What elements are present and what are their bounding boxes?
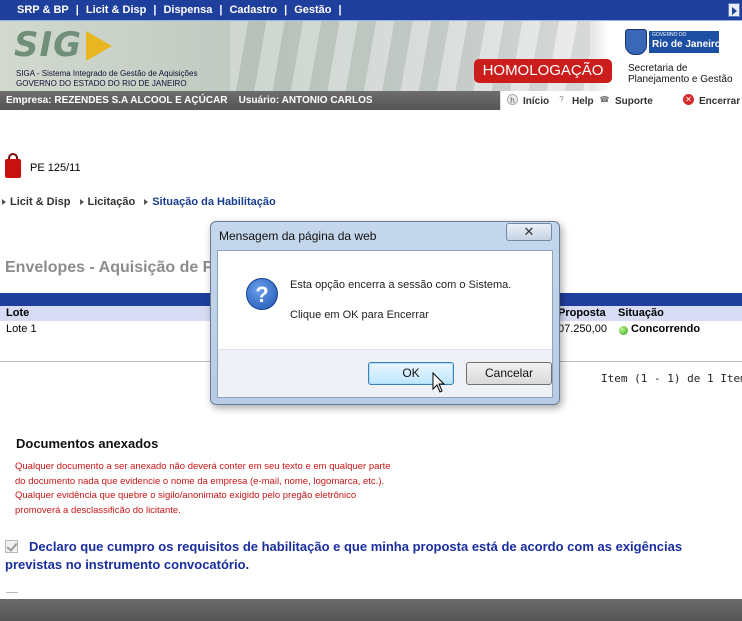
rio-de-janeiro-logo: GOVERNO DO Rio de Janeiro bbox=[625, 29, 737, 55]
menu-item-cadastro[interactable]: Cadastro bbox=[222, 4, 284, 16]
user-links: h Início ? Help ☎ Suporte ✕ Encerrar bbox=[500, 91, 742, 110]
menu-separator: | bbox=[338, 4, 342, 16]
dialog-close-button[interactable]: ✕ bbox=[506, 223, 552, 241]
dialog-message-2: Clique em OK para Encerrar bbox=[290, 309, 429, 321]
coat-of-arms-icon bbox=[625, 29, 647, 55]
secretaria-line-2: Planejamento e Gestão bbox=[628, 74, 733, 85]
rj-logo-box: GOVERNO DO Rio de Janeiro bbox=[649, 31, 721, 53]
status-green-dot-icon bbox=[619, 326, 628, 335]
user-name: Usuário: ANTONIO CARLOS bbox=[238, 95, 373, 106]
siga-logo-text: SIG bbox=[14, 25, 83, 65]
column-header-proposta: Proposta bbox=[558, 307, 606, 319]
divider bbox=[6, 592, 18, 593]
dialog-body: ? Esta opção encerra a sessão com o Sist… bbox=[217, 250, 553, 398]
breadcrumb-current: Situação da Habilitação bbox=[144, 196, 275, 208]
company-name: Empresa: REZENDES S.A ALCOOL E AÇÚCAR bbox=[6, 95, 228, 106]
documents-warning: Qualquer documento a ser anexado não dev… bbox=[15, 460, 445, 518]
warning-line: Qualquer documento a ser anexado não dev… bbox=[15, 461, 391, 472]
column-header-lote: Lote bbox=[6, 307, 30, 319]
menu-item-srp-bp[interactable]: SRP & BP bbox=[10, 4, 76, 16]
cancel-button[interactable]: Cancelar bbox=[466, 362, 552, 385]
question-icon: ? bbox=[246, 278, 278, 310]
environment-badge: HOMOLOGAÇÃO bbox=[474, 59, 612, 83]
cell-proposta: 07.250,00 bbox=[558, 323, 607, 335]
cell-lote: Lote 1 bbox=[6, 323, 37, 335]
exit-link[interactable]: Encerrar bbox=[699, 96, 740, 107]
process-number: PE 125/11 bbox=[30, 162, 81, 174]
rj-name: Rio de Janeiro bbox=[652, 39, 721, 50]
rj-gov-label: GOVERNO DO bbox=[652, 32, 687, 38]
menu-item-licit-disp[interactable]: Licit & Disp bbox=[79, 4, 154, 16]
close-icon: ✕ bbox=[523, 224, 535, 239]
home-link[interactable]: Início bbox=[523, 96, 549, 107]
menu-item-gestao[interactable]: Gestão bbox=[287, 4, 338, 16]
help-link[interactable]: Help bbox=[572, 96, 594, 107]
mouse-pointer-icon bbox=[432, 372, 446, 393]
footer-bar bbox=[0, 599, 742, 621]
secretaria-line-1: Secretaria de bbox=[628, 63, 688, 74]
siga-logo: SIG bbox=[14, 25, 114, 69]
menu-scroll-arrow-icon[interactable] bbox=[728, 3, 740, 17]
warning-line: promoverá a desclassificão do licitante. bbox=[15, 504, 181, 516]
home-icon: h bbox=[507, 94, 518, 105]
breadcrumb: Licit & Disp Licitação Situação da Habil… bbox=[2, 196, 285, 208]
declaration-checkbox[interactable] bbox=[5, 540, 18, 553]
dialog-message-1: Esta opção encerra a sessão com o Sistem… bbox=[290, 279, 512, 291]
shopping-bag-icon bbox=[5, 153, 22, 179]
user-info-bar: Empresa: REZENDES S.A ALCOOL E AÇÚCAR Us… bbox=[0, 91, 742, 110]
close-circle-icon: ✕ bbox=[683, 94, 694, 105]
dialog-button-area: OK Cancelar bbox=[218, 349, 552, 397]
cell-situacao: Concorrendo bbox=[631, 323, 701, 335]
help-icon: ? bbox=[559, 95, 564, 104]
declaration-line-2: previstas no instrumento convocatório. bbox=[5, 557, 250, 572]
breadcrumb-licit-disp[interactable]: Licit & Disp bbox=[2, 196, 71, 208]
pagination-info: Item (1 - 1) de 1 Item bbox=[601, 372, 742, 385]
menu-item-dispensa[interactable]: Dispensa bbox=[156, 4, 219, 16]
phone-icon: ☎ bbox=[599, 95, 610, 104]
declaration-line-1: Declaro que cumpro os requisitos de habi… bbox=[29, 539, 683, 554]
column-header-situacao: Situação bbox=[618, 307, 664, 319]
breadcrumb-licitacao[interactable]: Licitação bbox=[80, 196, 136, 208]
top-menu: SRP & BP | Licit & Disp | Dispensa | Cad… bbox=[10, 4, 342, 16]
play-arrow-icon bbox=[86, 31, 112, 61]
header-banner: SIG SIGA - Sistema Integrado de Gestão d… bbox=[0, 21, 742, 91]
government-name: GOVERNO DO ESTADO DO RIO DE JANEIRO bbox=[16, 79, 187, 88]
dialog-title: Mensagem da página da web bbox=[219, 229, 377, 243]
confirm-dialog: Mensagem da página da web ✕ ? Esta opção… bbox=[210, 221, 560, 405]
warning-line: do documento nada que evidencie o nome d… bbox=[15, 475, 385, 487]
system-full-name: SIGA - Sistema Integrado de Gestão de Aq… bbox=[16, 69, 198, 78]
warning-line: Qualquer evidência que quebre o sigilo/a… bbox=[15, 490, 357, 501]
documents-title: Documentos anexados bbox=[16, 436, 159, 451]
user-info: Empresa: REZENDES S.A ALCOOL E AÇÚCAR Us… bbox=[6, 95, 373, 106]
page-title: Envelopes - Aquisição de P bbox=[5, 259, 214, 276]
top-menu-bar: SRP & BP | Licit & Disp | Dispensa | Cad… bbox=[0, 0, 742, 21]
support-link[interactable]: Suporte bbox=[615, 96, 653, 107]
